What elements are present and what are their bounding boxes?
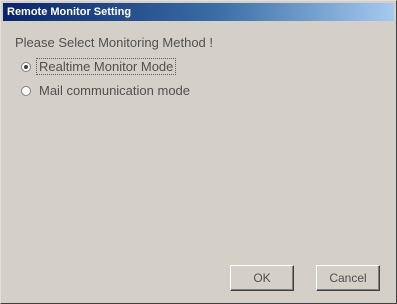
ok-button[interactable]: OK	[230, 265, 294, 291]
radio-button-selected[interactable]	[21, 61, 31, 72]
window-title: Remote Monitor Setting	[7, 6, 132, 18]
radio-option-realtime-monitor[interactable]: Realtime Monitor Mode	[21, 58, 177, 75]
radio-option-mail-communication[interactable]: Mail communication mode	[21, 83, 192, 98]
radio-button-unselected[interactable]	[21, 85, 31, 96]
cancel-button[interactable]: Cancel	[316, 265, 380, 291]
radio-label-realtime-monitor[interactable]: Realtime Monitor Mode	[35, 58, 177, 75]
title-bar[interactable]: Remote Monitor Setting	[3, 3, 394, 21]
monitoring-method-prompt: Please Select Monitoring Method !	[15, 35, 213, 50]
remote-monitor-setting-dialog: Remote Monitor Setting Please Select Mon…	[0, 0, 397, 304]
radio-label-mail-communication[interactable]: Mail communication mode	[37, 83, 192, 98]
